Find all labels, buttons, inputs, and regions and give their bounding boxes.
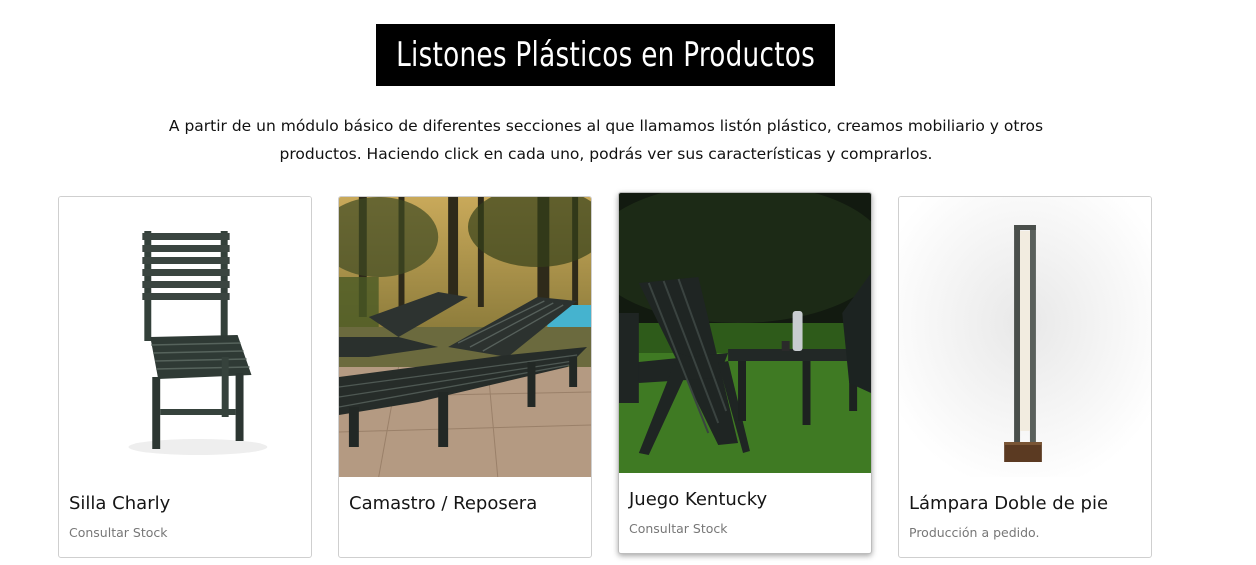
lounger-photo[interactable] (339, 197, 591, 477)
kentucky-set-photo[interactable] (619, 193, 871, 473)
floor-lamp-photo[interactable] (899, 197, 1151, 477)
product-name[interactable]: Camastro / Reposera (349, 493, 537, 514)
section-intro: A partir de un módulo básico de diferent… (160, 112, 1052, 168)
product-card-camastro[interactable]: Camastro / Reposera (338, 196, 592, 558)
section-title-banner: Listones Plásticos en Productos (376, 24, 835, 86)
product-name[interactable]: Lámpara Doble de pie (909, 493, 1108, 514)
chair-photo[interactable] (59, 197, 311, 477)
product-stock-note: Producción a pedido. (909, 525, 1040, 540)
product-card-silla-charly[interactable]: Silla Charly Consultar Stock (58, 196, 312, 558)
product-stock-note: Consultar Stock (69, 525, 168, 540)
product-card-juego-kentucky[interactable]: Juego Kentucky Consultar Stock (618, 192, 872, 554)
intro-line-2: productos. Haciendo click en cada uno, p… (279, 145, 933, 163)
section-title: Listones Plásticos en Productos (396, 35, 816, 75)
product-card-lampara-doble[interactable]: Lámpara Doble de pie Producción a pedido… (898, 196, 1152, 558)
product-name[interactable]: Juego Kentucky (629, 489, 767, 510)
product-stock-note: Consultar Stock (629, 521, 728, 536)
intro-line-1: A partir de un módulo básico de diferent… (168, 117, 1044, 135)
product-name[interactable]: Silla Charly (69, 493, 170, 514)
